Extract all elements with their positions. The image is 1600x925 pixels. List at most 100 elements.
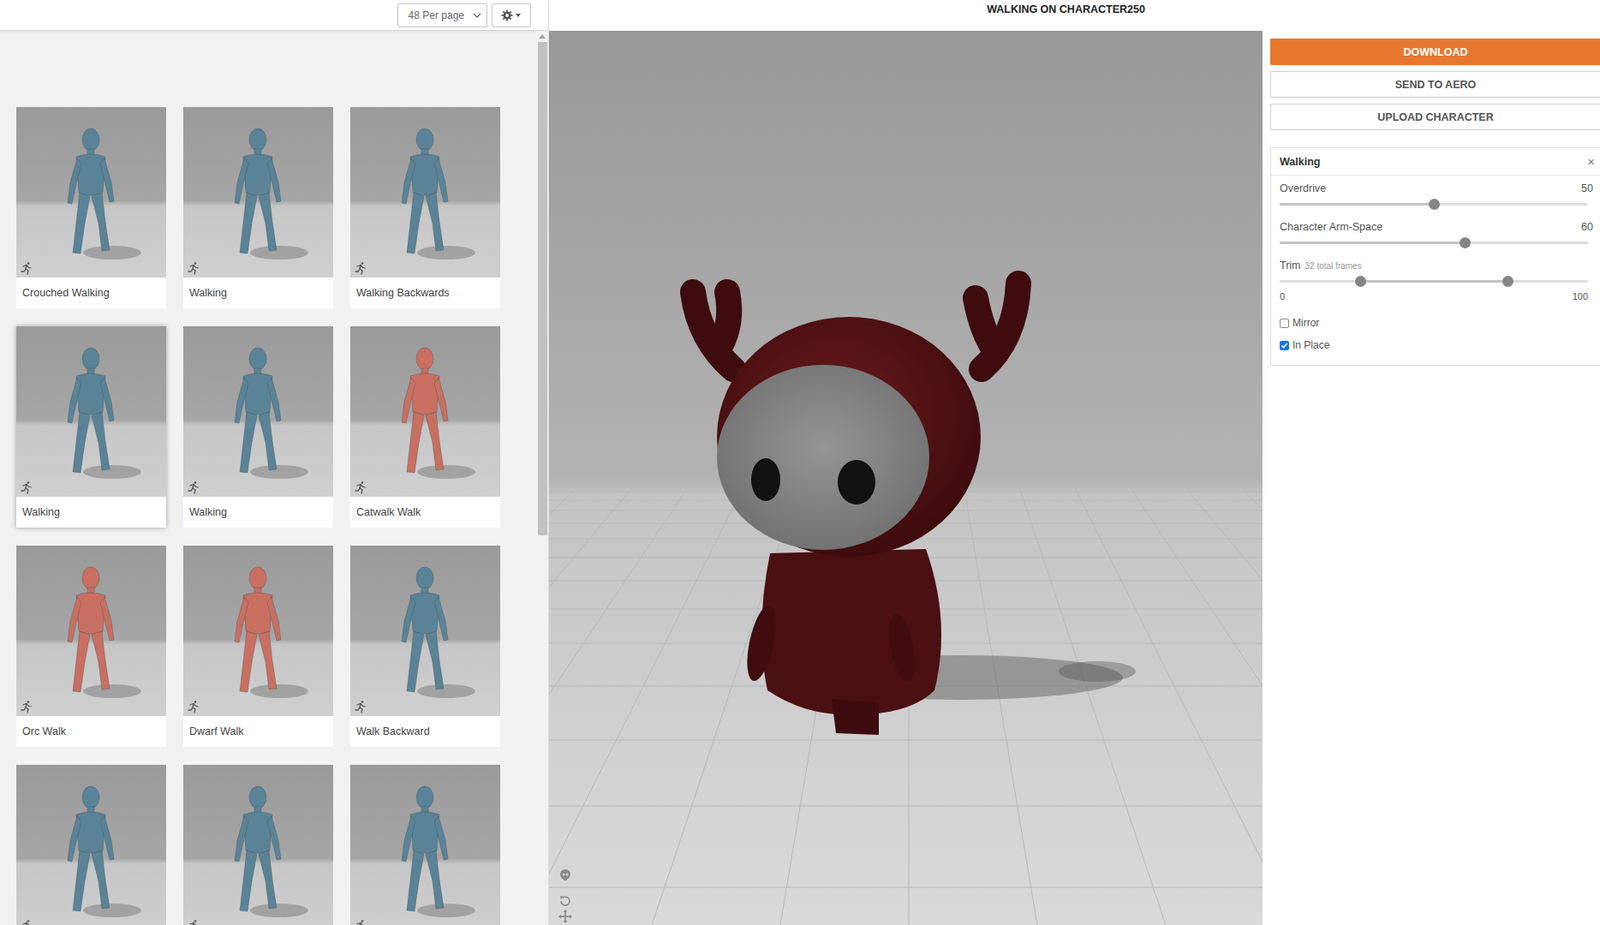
range-start-thumb[interactable]: [1355, 275, 1367, 287]
range-label: Trim: [1279, 259, 1302, 272]
animation-type-icon: [186, 919, 201, 925]
action-label: DOWNLOAD: [1403, 46, 1469, 59]
animation-name: Walking Backwards: [350, 277, 501, 309]
slider-fill: [1279, 202, 1434, 206]
viewer-title-bar: WALKING ON CHARACTER250: [549, 0, 1600, 31]
frame-count: 32 total frames: [1305, 261, 1362, 271]
animation-type-icon: [19, 261, 34, 275]
chevron-down-icon: [472, 11, 482, 20]
settings-button[interactable]: [491, 3, 532, 28]
trim-control: Trim32 total frames 0 100: [1279, 259, 1594, 302]
check-icon: [1280, 341, 1289, 350]
animation-card[interactable]: Catwalk Walk: [350, 326, 501, 528]
scrollbar[interactable]: [536, 30, 549, 925]
range-fill: [1360, 280, 1509, 283]
range-min: 0: [1279, 291, 1285, 302]
animation-preview: [183, 107, 334, 278]
per-page-select[interactable]: 48 Per page: [397, 3, 488, 28]
animation-name: Dwarf Walk: [183, 716, 334, 747]
animation-type-icon: [19, 699, 34, 714]
settings-panel: DOWNLOAD SEND TO AERO UPLOAD CHARACTER Walk…: [1262, 30, 1600, 925]
close-button[interactable]: ×: [1587, 154, 1595, 169]
animation-preview: [16, 545, 167, 717]
animation-preview: [183, 545, 334, 717]
viewer-title: WALKING ON CHARACTER250: [986, 3, 1146, 16]
animation-card[interactable]: Crouched Walking: [16, 107, 167, 309]
animation-preview: [350, 764, 501, 925]
slider-label: Character Arm-Space: [1279, 220, 1383, 233]
pan-icon[interactable]: [558, 909, 573, 924]
animation-name: Walking: [183, 277, 334, 309]
checkbox-row[interactable]: In Place: [1279, 334, 1594, 357]
animation-name: Walk Backward: [350, 716, 501, 747]
animation-preview: [183, 326, 334, 497]
animation-preview: [183, 764, 334, 925]
animation-name: Catwalk Walk: [350, 496, 501, 528]
slider-value: 60: [1581, 220, 1594, 233]
scrollbar-thumb[interactable]: [537, 41, 548, 536]
animation-grid: Crouched Walking Walking Walking Backwards…: [16, 107, 537, 925]
browser-toolbar: 48 Per page: [0, 0, 549, 31]
slider-value: 50: [1581, 182, 1594, 195]
animation-type-icon: [353, 699, 368, 714]
checkbox[interactable]: [1279, 318, 1290, 329]
checkbox[interactable]: [1279, 340, 1290, 351]
animation-card[interactable]: Walking: [183, 326, 334, 528]
animation-name: Orc Walk: [16, 716, 167, 747]
slider-fill: [1279, 241, 1465, 245]
gear-icon: [501, 9, 514, 22]
animation-type-icon: [353, 919, 368, 925]
slider-thumb[interactable]: [1428, 198, 1440, 210]
slider-track[interactable]: [1279, 241, 1589, 245]
checkbox-label: In Place: [1292, 339, 1330, 352]
slider-track[interactable]: [1279, 202, 1589, 206]
animation-preview: [350, 326, 501, 497]
range-max: 100: [1572, 291, 1589, 302]
animation-card[interactable]: Dwarf Walk: [183, 545, 334, 747]
per-page-label: 48 Per page: [408, 9, 465, 22]
animation-settings: Walking × Overdrive 50 Character Arm-Space 60…: [1270, 147, 1600, 366]
action-button[interactable]: SEND TO AERO: [1270, 71, 1600, 98]
settings-title: Walking: [1279, 155, 1320, 168]
range-end-thumb[interactable]: [1502, 275, 1514, 287]
animation-card[interactable]: Walking: [183, 107, 334, 309]
animation-type-icon: [186, 699, 201, 714]
animation-card[interactable]: [350, 764, 501, 925]
animation-card[interactable]: [16, 764, 167, 925]
character-preview: [549, 30, 1263, 925]
animation-card[interactable]: Walking: [16, 326, 167, 528]
animation-name: Walking: [16, 496, 167, 528]
action-button[interactable]: UPLOAD CHARACTER: [1270, 103, 1600, 131]
animation-preview: [16, 764, 167, 925]
slider-control: Overdrive 50: [1279, 182, 1594, 211]
slider-control: Character Arm-Space 60: [1279, 220, 1594, 250]
action-button[interactable]: DOWNLOAD: [1270, 38, 1600, 66]
animation-type-icon: [19, 480, 34, 495]
animation-preview: [16, 326, 167, 497]
animation-type-icon: [19, 919, 34, 925]
animation-card[interactable]: [183, 764, 334, 925]
action-label: SEND TO AERO: [1395, 78, 1476, 91]
animation-preview: [350, 545, 501, 717]
animation-card[interactable]: Walk Backward: [350, 545, 501, 747]
animation-card[interactable]: Orc Walk: [16, 545, 167, 747]
caret-down-icon: [514, 11, 522, 19]
animation-preview: [16, 107, 167, 278]
animation-type-icon: [353, 261, 368, 275]
reset-view-icon[interactable]: [558, 894, 573, 908]
animation-preview: [350, 107, 501, 278]
animation-name: Walking: [183, 496, 334, 528]
action-label: UPLOAD CHARACTER: [1377, 111, 1493, 124]
slider-label: Overdrive: [1279, 182, 1326, 195]
animation-type-icon: [186, 261, 201, 275]
animation-browser: 48 Per page Crouched Walking Walking Walkin…: [0, 0, 550, 925]
animation-type-icon: [353, 480, 368, 495]
3d-viewport[interactable]: [549, 30, 1263, 925]
slider-thumb[interactable]: [1459, 237, 1471, 249]
checkbox-row[interactable]: Mirror: [1279, 311, 1594, 335]
animation-card[interactable]: Walking Backwards: [350, 107, 501, 309]
skeleton-icon[interactable]: [558, 868, 573, 883]
animation-name: Crouched Walking: [16, 277, 167, 309]
animation-type-icon: [186, 480, 201, 495]
range-track[interactable]: [1279, 280, 1589, 283]
